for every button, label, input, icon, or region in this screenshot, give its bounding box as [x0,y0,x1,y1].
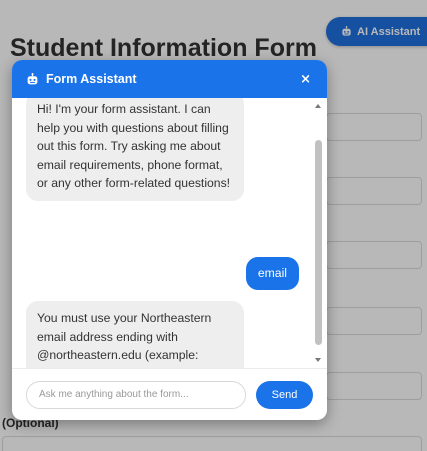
scrollbar-thumb[interactable] [315,140,322,345]
bot-message: You must use your Northeastern email add… [26,301,244,368]
bot-message: Hi! I'm your form assistant. I can help … [26,98,244,201]
message-scrollbar[interactable] [315,104,322,362]
robot-icon [27,72,38,84]
chat-input[interactable] [26,380,246,409]
chat-window: Form Assistant × Hi! I'm your form assis… [12,60,327,420]
send-button[interactable]: Send [256,380,313,409]
chat-header: Form Assistant × [12,60,327,98]
chat-title: Form Assistant [46,72,137,86]
scroll-down-arrow-icon[interactable] [315,358,321,362]
chat-input-row: Send [12,368,327,420]
user-message: email [245,257,299,290]
message-list[interactable]: Hi! I'm your form assistant. I can help … [12,98,327,368]
scroll-up-arrow-icon[interactable] [315,104,321,108]
close-button[interactable]: × [298,72,313,87]
